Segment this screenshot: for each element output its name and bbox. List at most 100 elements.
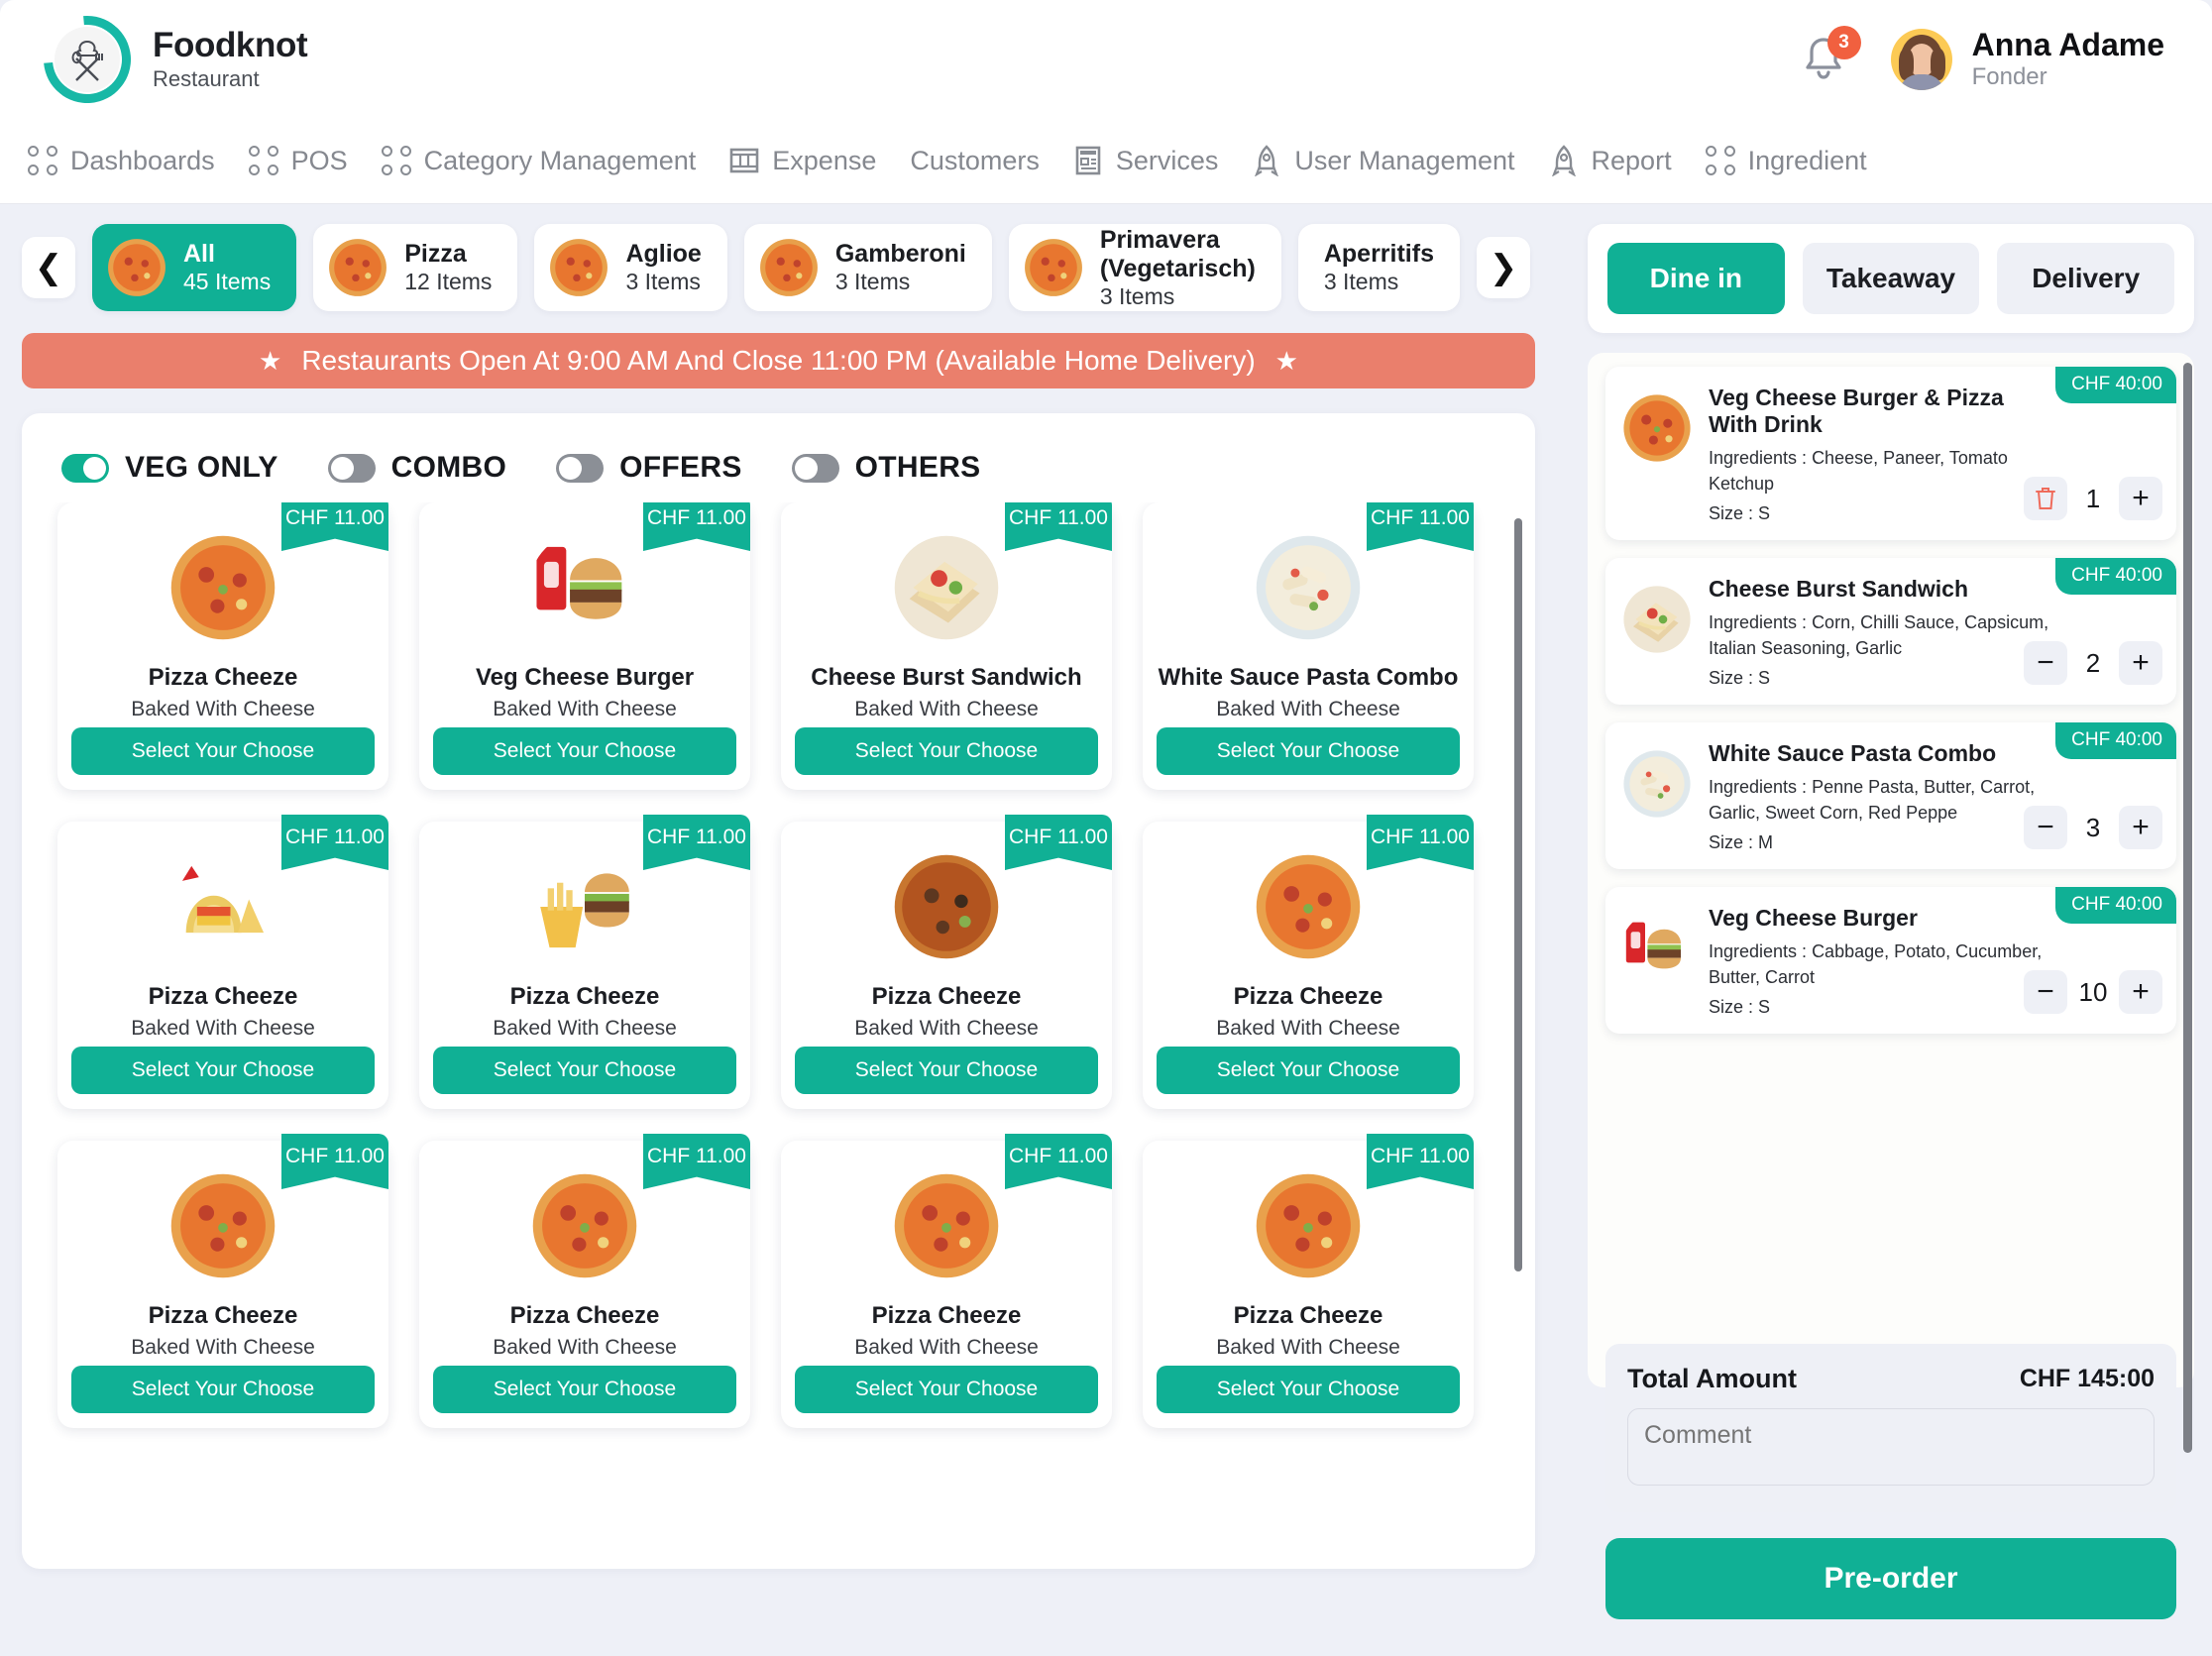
product-description: Baked With Cheese: [1216, 698, 1400, 720]
nav-label: POS: [290, 145, 348, 175]
select-choice-button[interactable]: Select Your Choose: [433, 1366, 736, 1413]
product-card[interactable]: CHF 11.00 White Sauce Pasta Combo Baked Wi…: [1143, 502, 1474, 790]
select-choice-button[interactable]: Select Your Choose: [1157, 1366, 1460, 1413]
minus-icon[interactable]: −: [2024, 641, 2067, 686]
comment-input[interactable]: [1627, 1408, 2155, 1486]
category-tab-aperritifs[interactable]: Aperritifs 3 Items: [1297, 224, 1460, 311]
nav-label: Category Management: [423, 145, 697, 175]
product-card[interactable]: CHF 11.00 Pizza Cheeze Baked With Cheese Se…: [57, 815, 388, 1109]
category-tab-all[interactable]: All 45 Items: [92, 224, 297, 311]
toggle-switch[interactable]: [556, 453, 605, 483]
product-card[interactable]: CHF 11.00 Pizza Cheeze Baked With Cheese Se…: [419, 1134, 750, 1428]
product-image: [181, 865, 265, 934]
minus-icon[interactable]: −: [2024, 970, 2067, 1015]
notification-button[interactable]: 3: [1798, 25, 1861, 87]
select-choice-button[interactable]: Select Your Choose: [71, 727, 375, 775]
product-price-tag: CHF 11.00: [1005, 502, 1112, 551]
select-choice-button[interactable]: Select Your Choose: [71, 1366, 375, 1413]
order-item-image: [1625, 922, 1681, 969]
product-name: Cheese Burst Sandwich: [811, 664, 1082, 691]
category-name: Primavera (Vegetarisch): [1099, 225, 1256, 282]
filter-combo[interactable]: COMBO: [327, 451, 507, 485]
pos-app: Foodknot Restaurant 3 Anna Adame Fonder …: [0, 0, 2212, 1656]
nav-label: Ingredient: [1747, 145, 1867, 175]
quantity-stepper: 1 +: [2024, 477, 2162, 521]
banner-text: Restaurants Open At 9:00 AM And Close 11…: [301, 345, 1256, 376]
product-name: Pizza Cheeze: [1233, 1302, 1383, 1329]
nav-item-dashboards[interactable]: Dashboards: [28, 146, 215, 176]
nav-label: Services: [1115, 145, 1219, 175]
product-card[interactable]: CHF 11.00 Pizza Cheeze Baked With Cheese Se…: [781, 815, 1112, 1109]
product-price-tag: CHF 11.00: [281, 815, 388, 870]
category-tab-primavera[interactable]: Primavera (Vegetarisch) 3 Items: [1008, 224, 1281, 311]
nav-item-customers[interactable]: Customers: [910, 146, 1040, 176]
product-name: Veg Cheese Burger: [475, 664, 695, 691]
category-count: 3 Items: [625, 269, 701, 295]
chevron-left-icon[interactable]: ❮: [22, 237, 75, 298]
select-choice-button[interactable]: Select Your Choose: [795, 1366, 1098, 1413]
plus-icon[interactable]: +: [2119, 806, 2162, 850]
product-name: Pizza Cheeze: [509, 1302, 660, 1329]
order-item-ingredients: Ingredients : Cabbage, Potato, Cucumber,…: [1709, 941, 2043, 987]
category-tab-gamberoni[interactable]: Gamberoni 3 Items: [743, 224, 992, 311]
nav-item-report[interactable]: Report: [1549, 145, 1672, 176]
grid-dots-icon: [1705, 146, 1735, 175]
products-scrollbar[interactable]: [1514, 518, 1522, 1271]
select-choice-button[interactable]: Select Your Choose: [1157, 727, 1460, 775]
nav-item-services[interactable]: Services: [1073, 145, 1219, 176]
nav-item-expense[interactable]: Expense: [729, 146, 876, 176]
select-choice-button[interactable]: Select Your Choose: [795, 1047, 1098, 1094]
category-tab-aglioe[interactable]: Aglioe 3 Items: [534, 224, 727, 311]
category-name: Aperritifs: [1323, 240, 1434, 269]
category-tab-pizza[interactable]: Pizza 12 Items: [313, 224, 518, 311]
product-card[interactable]: CHF 11.00 Pizza Cheeze Baked With Cheese Se…: [781, 1134, 1112, 1428]
filter-others[interactable]: OTHERS: [791, 451, 981, 485]
preorder-button[interactable]: Pre-order: [1605, 1538, 2176, 1619]
toggle-switch[interactable]: [61, 453, 109, 483]
tab-delivery[interactable]: Delivery: [1997, 243, 2175, 314]
plus-icon[interactable]: +: [2119, 970, 2162, 1015]
category-carousel: ❮ All 45 Items Pizza 12 Items Aglioe 3 I…: [22, 224, 1548, 311]
product-card[interactable]: CHF 11.00 Pizza Cheeze Baked With Cheese Se…: [57, 502, 388, 790]
nav-item-user-management[interactable]: User Management: [1252, 145, 1515, 176]
product-card[interactable]: CHF 11.00 Veg Cheese Burger Baked With Che…: [419, 502, 750, 790]
toggle-switch[interactable]: [327, 453, 376, 483]
nav-item-category-management[interactable]: Category Management: [381, 145, 697, 176]
plus-icon[interactable]: +: [2119, 641, 2162, 686]
plus-icon[interactable]: +: [2119, 477, 2162, 521]
user-profile[interactable]: Anna Adame Fonder: [1890, 27, 2164, 92]
minus-icon[interactable]: −: [2024, 806, 2067, 850]
order-scrollbar[interactable]: [2183, 363, 2192, 1453]
select-choice-button[interactable]: Select Your Choose: [433, 727, 736, 775]
select-choice-button[interactable]: Select Your Choose: [1157, 1047, 1460, 1094]
select-choice-button[interactable]: Select Your Choose: [433, 1047, 736, 1094]
filter-veg-only[interactable]: VEG ONLY: [61, 451, 278, 485]
app-header: Foodknot Restaurant 3 Anna Adame Fonder: [0, 0, 2212, 121]
product-name: Pizza Cheeze: [148, 664, 298, 691]
chevron-right-icon[interactable]: ❯: [1476, 237, 1530, 298]
select-choice-button[interactable]: Select Your Choose: [71, 1047, 375, 1094]
product-card[interactable]: CHF 11.00 Pizza Cheeze Baked With Cheese Se…: [1143, 1134, 1474, 1428]
toggle-switch[interactable]: [791, 453, 839, 483]
product-card[interactable]: CHF 11.00 Pizza Cheeze Baked With Cheese Se…: [57, 1134, 388, 1428]
brand-logo-block[interactable]: Foodknot Restaurant: [26, 0, 308, 121]
pizza-thumb: [1024, 239, 1082, 296]
product-card[interactable]: CHF 11.00 Pizza Cheeze Baked With Cheese Se…: [1143, 815, 1474, 1109]
filter-offers[interactable]: OFFERS: [556, 451, 741, 485]
category-count: 3 Items: [1099, 282, 1175, 309]
order-item-image: [1623, 586, 1691, 653]
nav-item-ingredient[interactable]: Ingredient: [1705, 145, 1867, 176]
category-text: Pizza 12 Items: [404, 240, 492, 295]
product-description: Baked With Cheese: [131, 1017, 315, 1040]
product-name: White Sauce Pasta Combo: [1158, 664, 1459, 691]
product-card[interactable]: CHF 11.00 Pizza Cheeze Baked With Cheese Se…: [419, 815, 750, 1109]
product-image: [894, 854, 999, 959]
tab-dine-in[interactable]: Dine in: [1607, 243, 1785, 314]
nav-item-pos[interactable]: POS: [248, 145, 348, 176]
product-description: Baked With Cheese: [131, 1336, 315, 1359]
product-card[interactable]: CHF 11.00 Cheese Burst Sandwich Baked With…: [781, 502, 1112, 790]
tab-takeaway[interactable]: Takeaway: [1802, 243, 1980, 314]
trash-icon[interactable]: [2024, 477, 2067, 521]
select-choice-button[interactable]: Select Your Choose: [795, 727, 1098, 775]
order-panel: Dine in Takeaway Delivery CHF 40:00 Veg C…: [1588, 224, 2194, 1641]
